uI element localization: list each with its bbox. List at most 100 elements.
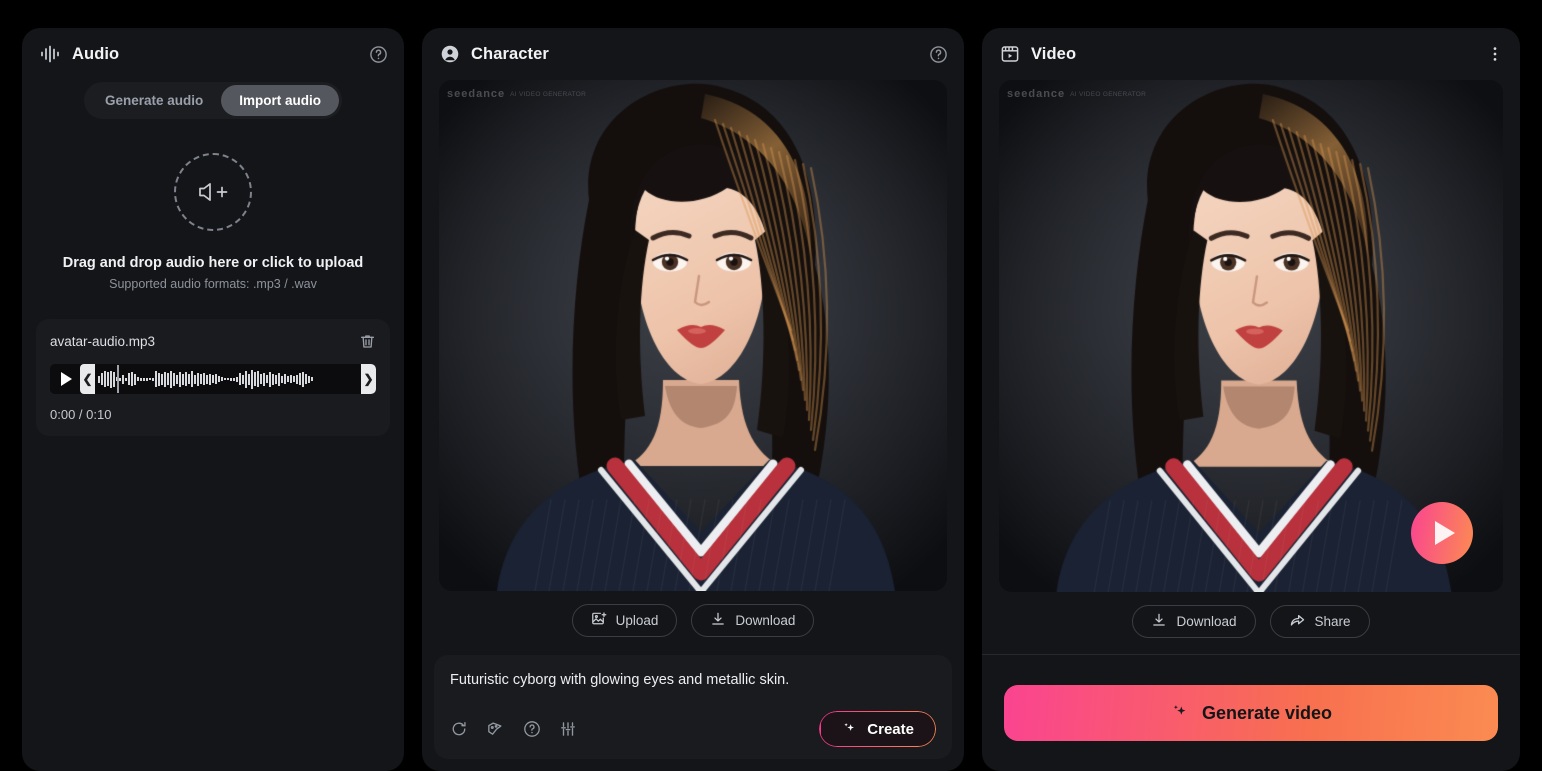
waveform-bar xyxy=(179,371,181,387)
speaker-plus-icon xyxy=(174,153,252,231)
video-panel-title: Video xyxy=(1000,44,1076,64)
waveform-bar xyxy=(284,374,286,384)
waveform-bar xyxy=(122,374,124,384)
waveform-bar xyxy=(101,373,103,385)
waveform-bar xyxy=(113,371,115,387)
waveform-bar xyxy=(185,372,187,386)
video-panel-header: Video xyxy=(982,28,1520,80)
watermark-caption: AI VIDEO GENERATOR xyxy=(510,90,587,98)
waveform-bar xyxy=(128,373,130,385)
waveform-bar xyxy=(200,374,202,384)
waveform-bar xyxy=(218,376,220,382)
play-circle-icon xyxy=(1435,521,1455,545)
waveform-bar xyxy=(239,373,241,385)
audio-file-card: avatar-audio.mp3 ❮ ❯ 0:00 / 0:10 xyxy=(36,319,390,436)
audio-dropzone[interactable]: Drag and drop audio here or click to upl… xyxy=(22,153,404,291)
waveform-bar xyxy=(224,378,226,380)
help-circle-icon[interactable] xyxy=(369,45,388,64)
audio-panel: Audio Generate audio Import audio Drag a… xyxy=(22,28,404,771)
waveform-bar xyxy=(290,375,292,383)
waveform-bar xyxy=(287,376,289,382)
generate-video-area: Generate video xyxy=(982,655,1520,771)
character-preview-image[interactable]: seedance AI VIDEO GENERATOR xyxy=(439,80,947,591)
trim-handle-right[interactable]: ❯ xyxy=(361,364,376,394)
character-prompt-input[interactable]: Futuristic cyborg with glowing eyes and … xyxy=(450,671,936,699)
download-button-label: Download xyxy=(735,613,796,628)
waveform-bar xyxy=(191,371,193,387)
video-download-button[interactable]: Download xyxy=(1132,605,1256,638)
regenerate-icon[interactable] xyxy=(450,720,468,738)
audio-waveform-icon xyxy=(40,45,61,63)
video-download-label: Download xyxy=(1176,614,1237,629)
watermark-logo: seedance xyxy=(1007,88,1066,100)
waveform-bar xyxy=(278,372,280,386)
waveform-bar xyxy=(161,373,163,385)
waveform-bar xyxy=(197,372,199,386)
dice-icon[interactable] xyxy=(486,720,505,738)
watermark-caption: AI VIDEO GENERATOR xyxy=(1070,90,1147,98)
download-button[interactable]: Download xyxy=(691,604,815,637)
audio-time-display: 0:00 / 0:10 xyxy=(50,407,112,422)
upload-button[interactable]: Upload xyxy=(571,604,678,637)
help-circle-icon[interactable] xyxy=(523,720,541,738)
generate-video-label: Generate video xyxy=(1201,702,1333,723)
character-panel-title-text: Character xyxy=(471,44,549,63)
audio-file-name: avatar-audio.mp3 xyxy=(50,334,156,349)
waveform-bar xyxy=(119,377,121,381)
video-share-button[interactable]: Share xyxy=(1269,605,1370,638)
waveform-bar xyxy=(149,378,151,380)
waveform-bar xyxy=(203,373,205,385)
waveform-bar xyxy=(293,376,295,382)
trash-icon[interactable] xyxy=(359,333,376,350)
waveform-bar xyxy=(212,375,214,383)
waveform-bar xyxy=(242,374,244,384)
waveform-bar xyxy=(257,371,259,387)
tab-generate-audio[interactable]: Generate audio xyxy=(87,85,221,116)
help-circle-icon[interactable] xyxy=(929,45,948,64)
audio-panel-title: Audio xyxy=(40,45,119,64)
prompt-toolbar: Create xyxy=(450,711,936,747)
waveform-bar xyxy=(104,371,106,387)
video-watermark: seedance AI VIDEO GENERATOR xyxy=(1007,88,1146,100)
create-button[interactable]: Create xyxy=(819,711,936,747)
character-watermark: seedance AI VIDEO GENERATOR xyxy=(447,88,586,100)
waveform-bar xyxy=(272,373,274,385)
waveform-bar xyxy=(146,377,148,381)
trim-handle-left[interactable]: ❮ xyxy=(80,364,95,394)
generate-video-button[interactable]: Generate video xyxy=(1004,685,1498,741)
waveform-bar xyxy=(263,372,265,386)
waveform-bar xyxy=(308,375,310,383)
more-vertical-icon[interactable] xyxy=(1486,45,1504,63)
waveform-bar xyxy=(221,377,223,381)
waveform-bar xyxy=(110,370,112,388)
sparkle-icon xyxy=(1170,703,1190,723)
tab-import-audio[interactable]: Import audio xyxy=(221,85,340,116)
waveform-bar xyxy=(155,371,157,387)
video-panel: Video seedance AI VIDEO GENERATOR Downlo… xyxy=(982,28,1520,771)
download-icon xyxy=(710,611,726,630)
waveform-bar xyxy=(245,370,247,388)
waveform-bar xyxy=(194,374,196,384)
video-preview[interactable]: seedance AI VIDEO GENERATOR xyxy=(999,80,1503,592)
waveform-bar xyxy=(305,374,307,384)
video-panel-title-text: Video xyxy=(1031,44,1077,63)
sparkle-icon xyxy=(841,721,858,738)
upload-button-label: Upload xyxy=(615,613,659,628)
user-circle-icon xyxy=(440,44,460,64)
video-actions: Download Share xyxy=(982,605,1520,638)
waveform-bar xyxy=(227,378,229,380)
waveform-bar xyxy=(233,377,235,381)
audio-waveform[interactable] xyxy=(95,364,361,394)
character-panel-header: Character xyxy=(422,28,964,80)
waveform-bar xyxy=(98,375,100,383)
character-panel: Character seedance AI VIDEO GENERATOR Up… xyxy=(422,28,964,771)
film-clapper-icon xyxy=(1000,44,1020,64)
character-prompt-box: Futuristic cyborg with glowing eyes and … xyxy=(434,655,952,759)
sliders-icon[interactable] xyxy=(559,720,577,738)
waveform-bar xyxy=(251,369,253,389)
audio-play-button[interactable] xyxy=(50,364,80,394)
video-play-button[interactable] xyxy=(1411,502,1473,564)
waveform-bar xyxy=(131,372,133,386)
audio-playhead xyxy=(117,365,119,393)
waveform-bar xyxy=(260,374,262,384)
